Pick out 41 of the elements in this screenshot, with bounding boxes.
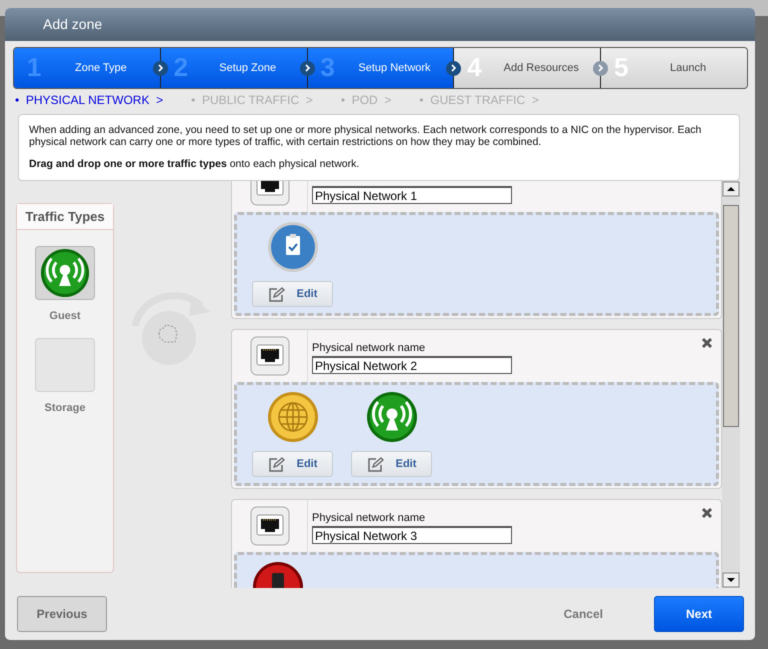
edit-icon <box>268 456 285 472</box>
scrollbar[interactable] <box>722 181 740 588</box>
cancel-button[interactable]: Cancel <box>558 606 609 622</box>
scroll-up-icon[interactable] <box>722 181 740 198</box>
ethernet-port-icon <box>250 336 290 376</box>
traffic-type-label: Storage <box>44 402 86 414</box>
step-label: Setup Zone <box>218 62 278 74</box>
step-label: Setup Network <box>357 62 432 74</box>
chevron-icon <box>593 60 608 76</box>
edit-button[interactable]: Edit <box>252 451 333 478</box>
step-label: Add Resources <box>502 62 580 74</box>
network-name-field[interactable]: Physical Network 1 <box>312 186 512 204</box>
scroll-down-icon[interactable] <box>722 572 740 588</box>
edit-button[interactable]: Edit <box>351 451 432 478</box>
panel-title: Traffic Types <box>17 204 113 230</box>
ethernet-port-icon <box>250 506 290 546</box>
edit-icon <box>366 456 384 472</box>
edit-button[interactable]: Edit <box>252 281 333 308</box>
network-name-field[interactable]: Physical Network 3 <box>312 526 512 544</box>
info-text: When adding an advanced zone, you need to set up one or more physical networks. Each network corresponds to a NIC on the hypervisor. Each physical network can carry one or more types of traffic, with certain restrictions on how they may be combined. <box>29 124 702 148</box>
chevron-icon <box>300 60 315 76</box>
chevron-icon <box>152 60 168 76</box>
next-button[interactable]: Next <box>654 596 744 632</box>
substep-link[interactable]: • PHYSICAL NETWORK > <box>15 92 164 110</box>
field-label: Physical network name <box>312 342 426 354</box>
previous-button[interactable]: Previous <box>17 596 107 632</box>
globe-icon[interactable] <box>266 391 318 444</box>
clipboard-icon[interactable] <box>266 221 318 274</box>
network-name-field[interactable]: Physical Network 2 <box>312 356 512 374</box>
info-hint: Drag and drop one or more traffic types onto each physical network. <box>29 158 360 170</box>
close-icon[interactable] <box>701 507 713 520</box>
traffic-type-tile[interactable] <box>35 338 95 392</box>
step-label: Launch <box>669 62 708 74</box>
chevron-icon <box>446 60 462 76</box>
traffic-type-label: Guest <box>49 310 81 322</box>
field-label: Physical network name <box>312 512 426 524</box>
step-label: Zone Type <box>74 62 128 74</box>
edit-icon <box>268 286 285 302</box>
close-icon[interactable] <box>701 337 713 350</box>
dialog-title: Add zone <box>5 8 755 41</box>
antenna-icon[interactable] <box>366 391 418 444</box>
